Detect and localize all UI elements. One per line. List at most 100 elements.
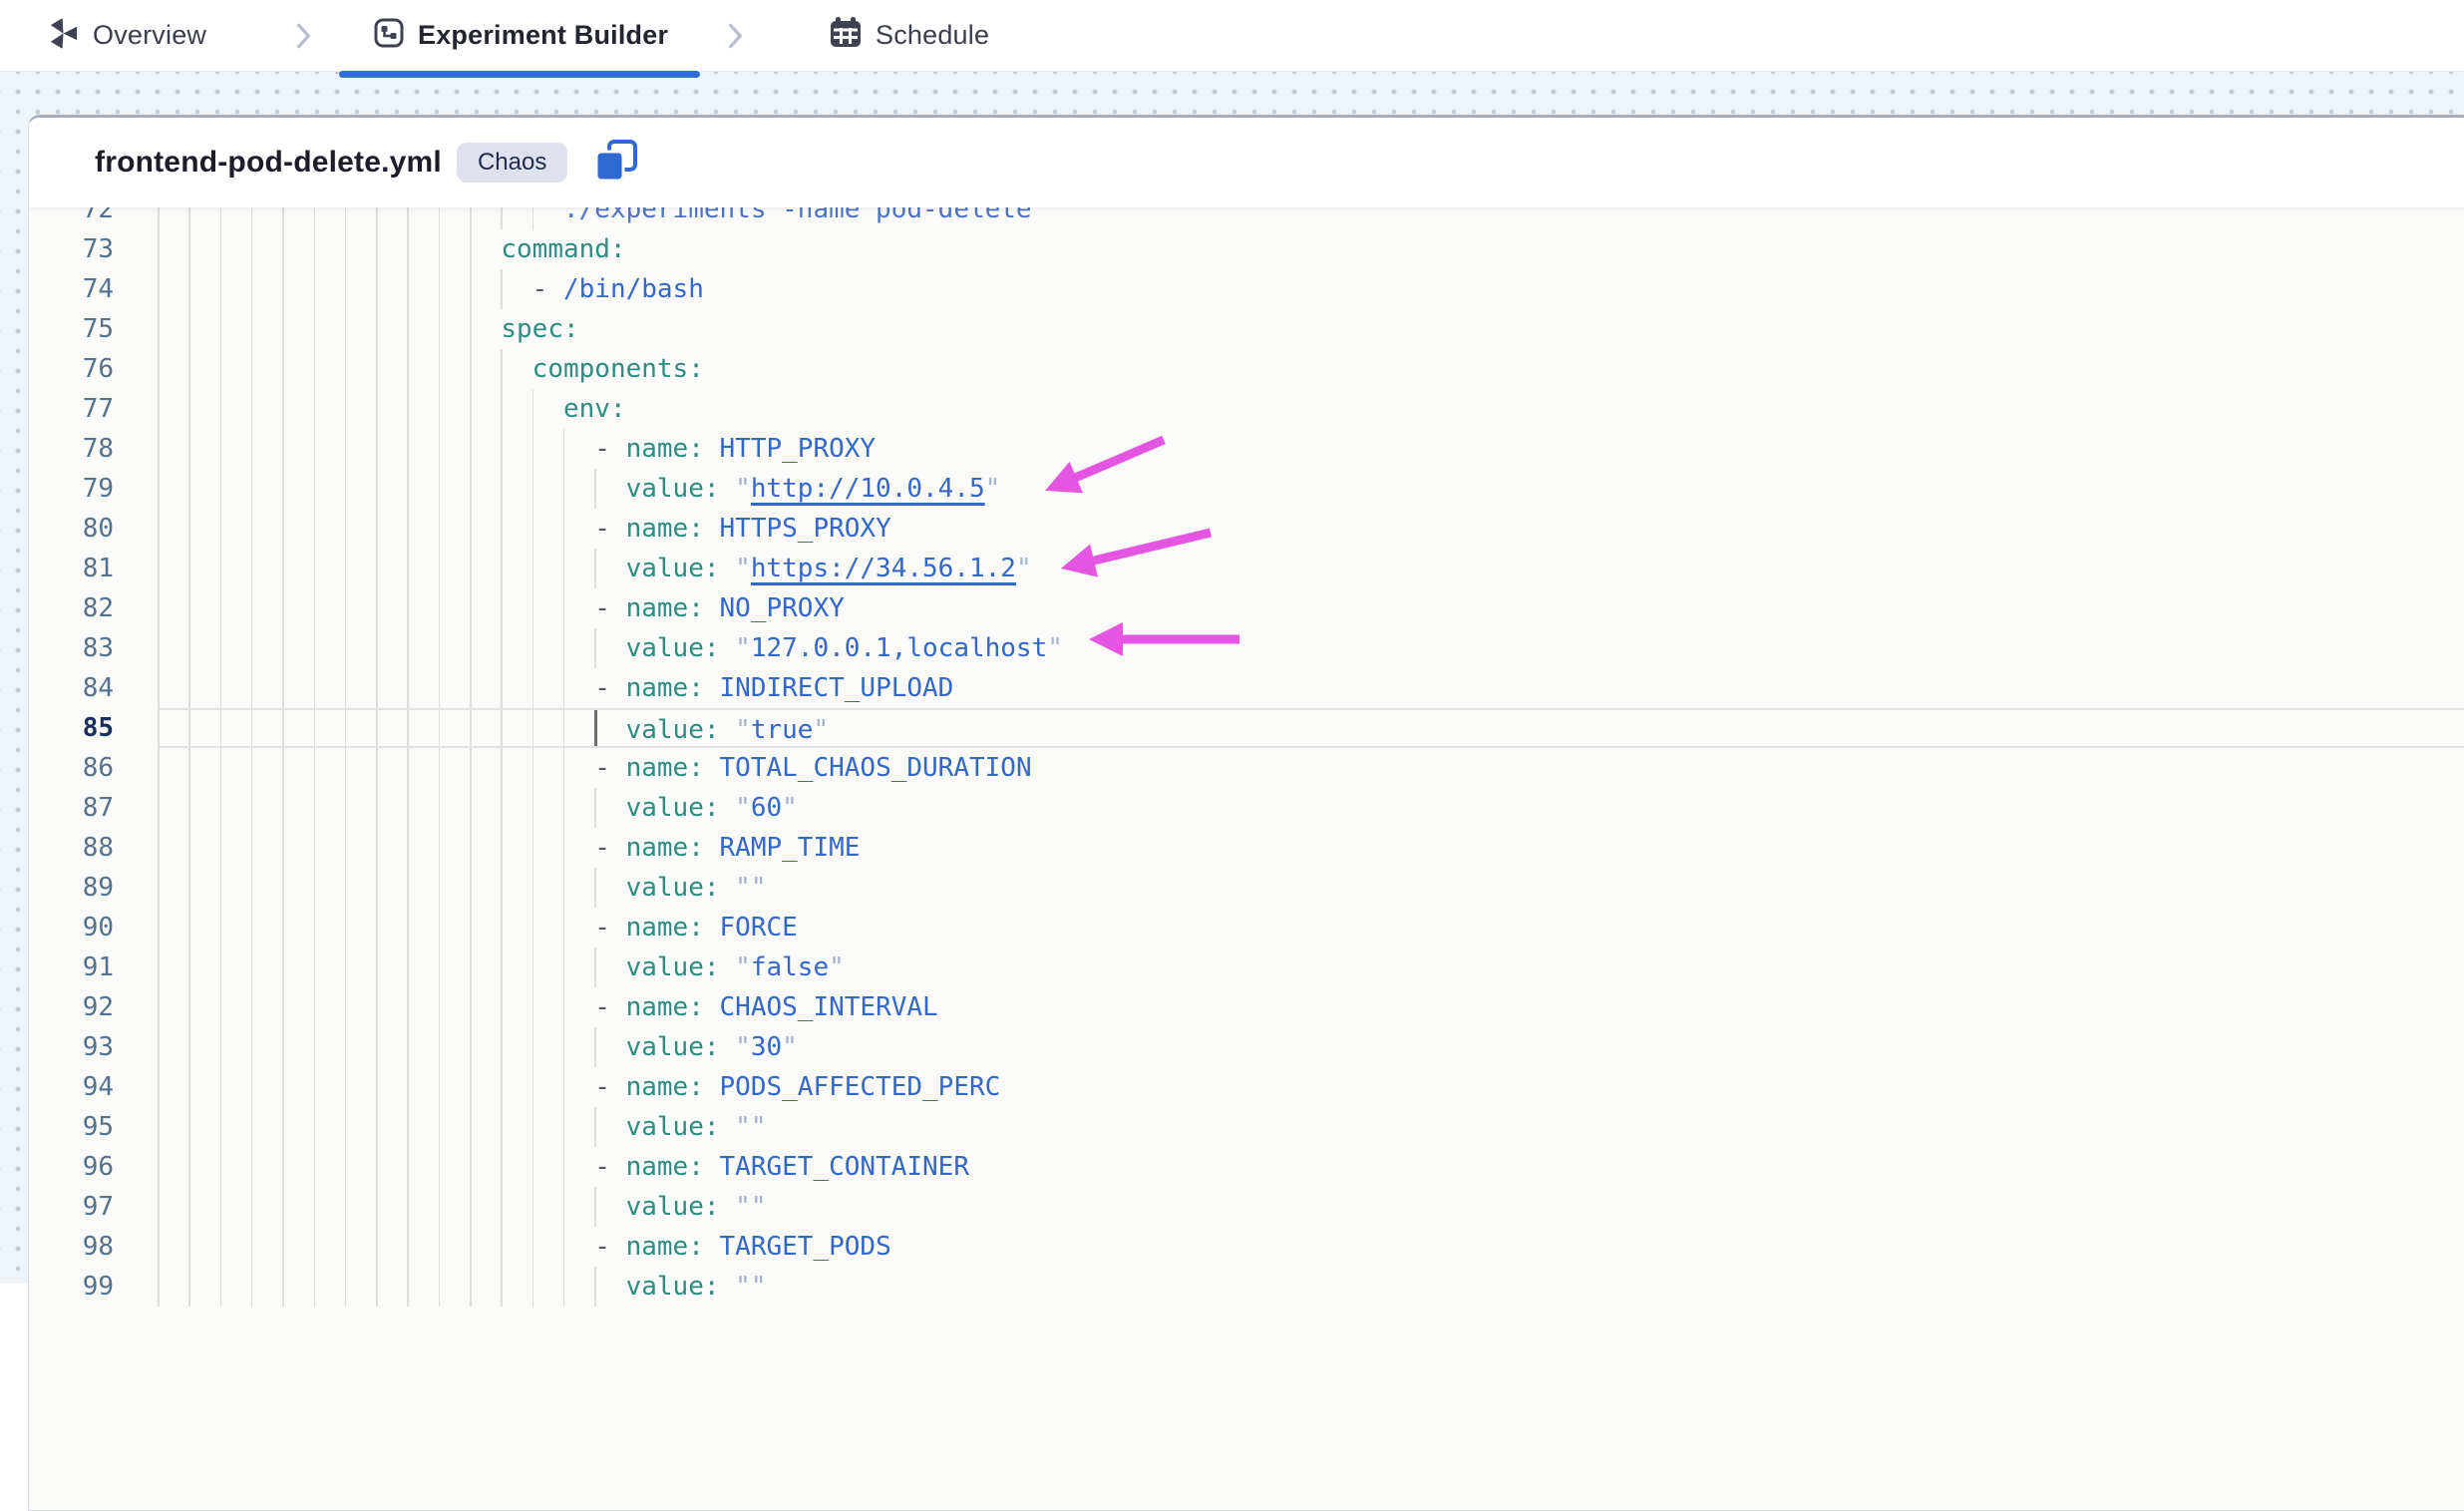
line-content[interactable]: - /bin/bash <box>158 269 2464 309</box>
line-number[interactable]: 75 <box>29 309 114 349</box>
indent-guide <box>439 229 441 269</box>
line-number[interactable]: 76 <box>29 349 114 389</box>
chaos-badge: Chaos <box>457 143 567 183</box>
line-number[interactable]: 98 <box>29 1227 114 1267</box>
code-line-75[interactable]: 75 spec: <box>29 309 2464 349</box>
line-content[interactable]: - name: CHAOS_INTERVAL <box>158 987 2464 1027</box>
line-number[interactable]: 92 <box>29 987 114 1027</box>
line-number[interactable]: 83 <box>29 628 114 668</box>
line-number[interactable]: 78 <box>29 429 114 469</box>
code-line-98[interactable]: 98 - name: TARGET_PODS <box>29 1227 2464 1267</box>
code-line-76[interactable]: 76 components: <box>29 349 2464 389</box>
code-line-82[interactable]: 82 - name: NO_PROXY <box>29 588 2464 628</box>
line-content[interactable]: value: "" <box>158 1267 2464 1307</box>
line-content[interactable]: - name: PODS_AFFECTED_PERC <box>158 1067 2464 1107</box>
line-number[interactable]: 77 <box>29 389 114 429</box>
line-number[interactable]: 80 <box>29 509 114 549</box>
line-content[interactable]: value: "30" <box>158 1027 2464 1067</box>
indent-guide <box>188 549 190 588</box>
line-number[interactable]: 99 <box>29 1267 114 1307</box>
code-line-79[interactable]: 79 value: "http://10.0.4.5" <box>29 469 2464 509</box>
line-number[interactable]: 90 <box>29 908 114 947</box>
line-content[interactable]: value: "" <box>158 1187 2464 1227</box>
line-number[interactable]: 81 <box>29 549 114 588</box>
code-line-90[interactable]: 90 - name: FORCE <box>29 908 2464 947</box>
line-number[interactable]: 73 <box>29 229 114 269</box>
line-content[interactable]: - name: HTTPS_PROXY <box>158 509 2464 549</box>
line-content[interactable]: command: <box>158 229 2464 269</box>
code-line-91[interactable]: 91 value: "false" <box>29 947 2464 987</box>
code-line-89[interactable]: 89 value: "" <box>29 868 2464 908</box>
line-content[interactable]: - name: RAMP_TIME <box>158 828 2464 868</box>
code-line-84[interactable]: 84 - name: INDIRECT_UPLOAD <box>29 668 2464 708</box>
line-number[interactable]: 72 <box>29 207 114 229</box>
indent-guide <box>314 710 316 746</box>
indent-guide <box>282 1187 284 1227</box>
code-line-92[interactable]: 92 - name: CHAOS_INTERVAL <box>29 987 2464 1027</box>
line-content[interactable]: - name: NO_PROXY <box>158 588 2464 628</box>
line-content[interactable]: - name: HTTP_PROXY <box>158 429 2464 469</box>
code-line-77[interactable]: 77 env: <box>29 389 2464 429</box>
code-line-83[interactable]: 83 value: "127.0.0.1,localhost" <box>29 628 2464 668</box>
line-number[interactable]: 85 <box>29 708 114 748</box>
line-content[interactable]: - name: TARGET_PODS <box>158 1227 2464 1267</box>
code-line-94[interactable]: 94 - name: PODS_AFFECTED_PERC <box>29 1067 2464 1107</box>
line-content[interactable]: value: "" <box>158 1107 2464 1147</box>
line-number[interactable]: 87 <box>29 788 114 828</box>
line-content[interactable]: ./experiments -name pod-delete <box>158 207 2464 229</box>
line-content[interactable]: value: "false" <box>158 947 2464 987</box>
line-number[interactable]: 84 <box>29 668 114 708</box>
tab-experiment-builder[interactable]: Experiment Builder <box>372 0 668 71</box>
code-line-95[interactable]: 95 value: "" <box>29 1107 2464 1147</box>
token-val: NO_PROXY <box>720 593 845 623</box>
code-line-81[interactable]: 81 value: "https://34.56.1.2" <box>29 549 2464 588</box>
tab-schedule[interactable]: Schedule <box>828 0 989 71</box>
line-content[interactable]: value: "60" <box>158 788 2464 828</box>
indent-guide <box>470 668 472 708</box>
indent-guide <box>282 509 284 549</box>
line-number[interactable]: 89 <box>29 868 114 908</box>
line-number[interactable]: 95 <box>29 1107 114 1147</box>
line-content[interactable]: - name: TARGET_CONTAINER <box>158 1147 2464 1187</box>
code-line-88[interactable]: 88 - name: RAMP_TIME <box>29 828 2464 868</box>
line-content[interactable]: env: <box>158 389 2464 429</box>
indent-guide <box>563 628 565 668</box>
line-content[interactable]: - name: TOTAL_CHAOS_DURATION <box>158 748 2464 788</box>
line-number[interactable]: 93 <box>29 1027 114 1067</box>
code-line-96[interactable]: 96 - name: TARGET_CONTAINER <box>29 1147 2464 1187</box>
indent-guide <box>188 349 190 389</box>
code-line-86[interactable]: 86 - name: TOTAL_CHAOS_DURATION <box>29 748 2464 788</box>
code-line-74[interactable]: 74 - /bin/bash <box>29 269 2464 309</box>
code-line-78[interactable]: 78 - name: HTTP_PROXY <box>29 429 2464 469</box>
copy-button[interactable] <box>593 140 639 186</box>
line-content[interactable]: - name: FORCE <box>158 908 2464 947</box>
line-number[interactable]: 86 <box>29 748 114 788</box>
tab-overview[interactable]: Overview <box>46 0 206 71</box>
line-content[interactable]: value: "https://34.56.1.2" <box>158 549 2464 588</box>
line-content[interactable]: value: "true" <box>158 708 2464 748</box>
yaml-editor[interactable]: 72 ./experiments -name pod-delete 73 comman… <box>29 207 2464 1510</box>
code-line-72[interactable]: 72 ./experiments -name pod-delete <box>29 207 2464 229</box>
code-line-87[interactable]: 87 value: "60" <box>29 788 2464 828</box>
line-content[interactable]: - name: INDIRECT_UPLOAD <box>158 668 2464 708</box>
line-number[interactable]: 94 <box>29 1067 114 1107</box>
line-content[interactable]: spec: <box>158 309 2464 349</box>
line-content[interactable]: value: "" <box>158 868 2464 908</box>
line-number[interactable]: 88 <box>29 828 114 868</box>
line-content[interactable]: value: "127.0.0.1,localhost" <box>158 628 2464 668</box>
code-line-97[interactable]: 97 value: "" <box>29 1187 2464 1227</box>
line-number[interactable]: 82 <box>29 588 114 628</box>
line-number[interactable]: 97 <box>29 1187 114 1227</box>
code-line-99[interactable]: 99 value: "" <box>29 1267 2464 1307</box>
line-number[interactable]: 79 <box>29 469 114 509</box>
line-content[interactable]: components: <box>158 349 2464 389</box>
code-line-80[interactable]: 80 - name: HTTPS_PROXY <box>29 509 2464 549</box>
code-line-73[interactable]: 73 command: <box>29 229 2464 269</box>
code-line-93[interactable]: 93 value: "30" <box>29 1027 2464 1067</box>
indent-guide <box>345 987 347 1027</box>
code-line-85[interactable]: 85 value: "true" <box>29 708 2464 748</box>
line-content[interactable]: value: "http://10.0.4.5" <box>158 469 2464 509</box>
line-number[interactable]: 91 <box>29 947 114 987</box>
line-number[interactable]: 96 <box>29 1147 114 1187</box>
line-number[interactable]: 74 <box>29 269 114 309</box>
